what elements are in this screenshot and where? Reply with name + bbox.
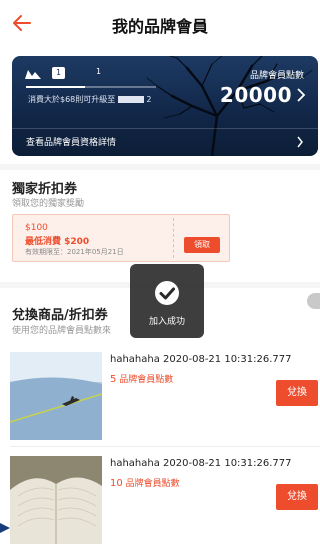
upgrade-note-text: 消費大於$68則可升級至 xyxy=(28,95,116,104)
claim-coupon-button[interactable]: 領取 xyxy=(184,237,220,253)
item-points-unit: 品牌會員點數 xyxy=(119,375,174,385)
success-toast: 加入成功 xyxy=(130,264,204,338)
brand-logo-icon xyxy=(25,70,41,79)
redeem-button[interactable]: 兌換 xyxy=(276,380,318,406)
item-name: hahahaha 2020-08-21 10:31:26.777 xyxy=(110,458,292,469)
upgrade-note-level: 2 xyxy=(146,95,152,104)
level-progress-bar xyxy=(26,86,156,88)
item-points-value: 10 xyxy=(110,478,123,489)
product-thumbnail xyxy=(10,352,102,440)
redeem-section-subtitle: 使用您的品牌會員點數來 xyxy=(12,326,112,336)
pointer-cursor-icon xyxy=(0,523,10,533)
toast-message: 加入成功 xyxy=(148,317,185,327)
membership-details-link[interactable]: 查看品牌會員資格詳情 xyxy=(26,135,116,148)
item-name: hahahaha 2020-08-21 10:31:26.777 xyxy=(110,354,292,365)
coupon-min-spend: 最低消費 $200 xyxy=(25,237,90,247)
coupon-divider xyxy=(173,218,174,258)
check-icon xyxy=(155,281,179,305)
list-item[interactable]: hahahaha 2020-08-21 10:31:26.777 5 品牌會員點… xyxy=(10,352,318,440)
page-title: 我的品牌會員 xyxy=(111,17,208,36)
member-card[interactable]: 1 1 消費大於$68則可升級至 2 品牌會員點數 20000 查看品牌會員資格… xyxy=(12,56,318,156)
points-label: 品牌會員點數 xyxy=(249,71,304,81)
item-points: 5 品牌會員點數 xyxy=(110,372,173,385)
upgrade-note: 消費大於$68則可升級至 2 xyxy=(28,94,151,105)
card-divider xyxy=(12,128,318,129)
section-separator xyxy=(0,164,320,170)
chevron-right-icon[interactable] xyxy=(296,136,304,148)
top-nav-bar: 我的品牌會員 xyxy=(0,0,320,48)
product-thumbnail xyxy=(10,456,102,544)
item-points: 10 品牌會員點數 xyxy=(110,476,180,489)
discount-section-subtitle: 領取您的獨家獎勵 xyxy=(12,199,85,209)
redeem-section-title: 兌換商品/折扣券 xyxy=(12,308,108,323)
item-points-value: 5 xyxy=(110,374,117,385)
chevron-right-icon[interactable] xyxy=(296,88,306,102)
discount-section-title: 獨家折扣券 xyxy=(12,182,78,197)
item-points-unit: 品牌會員點數 xyxy=(125,479,180,489)
item-separator xyxy=(10,446,320,447)
list-item[interactable]: hahahaha 2020-08-21 10:31:26.777 10 品牌會員… xyxy=(10,456,318,544)
floating-side-tab[interactable] xyxy=(307,293,320,309)
coupon-amount: $100 xyxy=(25,223,48,233)
level-progress-fill xyxy=(26,86,85,88)
level-number: 1 xyxy=(96,67,102,76)
level-badge: 1 xyxy=(52,67,66,79)
points-value[interactable]: 20000 xyxy=(220,83,292,107)
discount-coupon: $100 最低消費 $200 有效期限至：2021年05月21日 領取 xyxy=(12,214,230,262)
level-badge-text: 1 xyxy=(56,68,62,77)
coupon-valid-until: 有效期限至：2021年05月21日 xyxy=(25,248,124,256)
redeem-button[interactable]: 兌換 xyxy=(276,484,318,510)
